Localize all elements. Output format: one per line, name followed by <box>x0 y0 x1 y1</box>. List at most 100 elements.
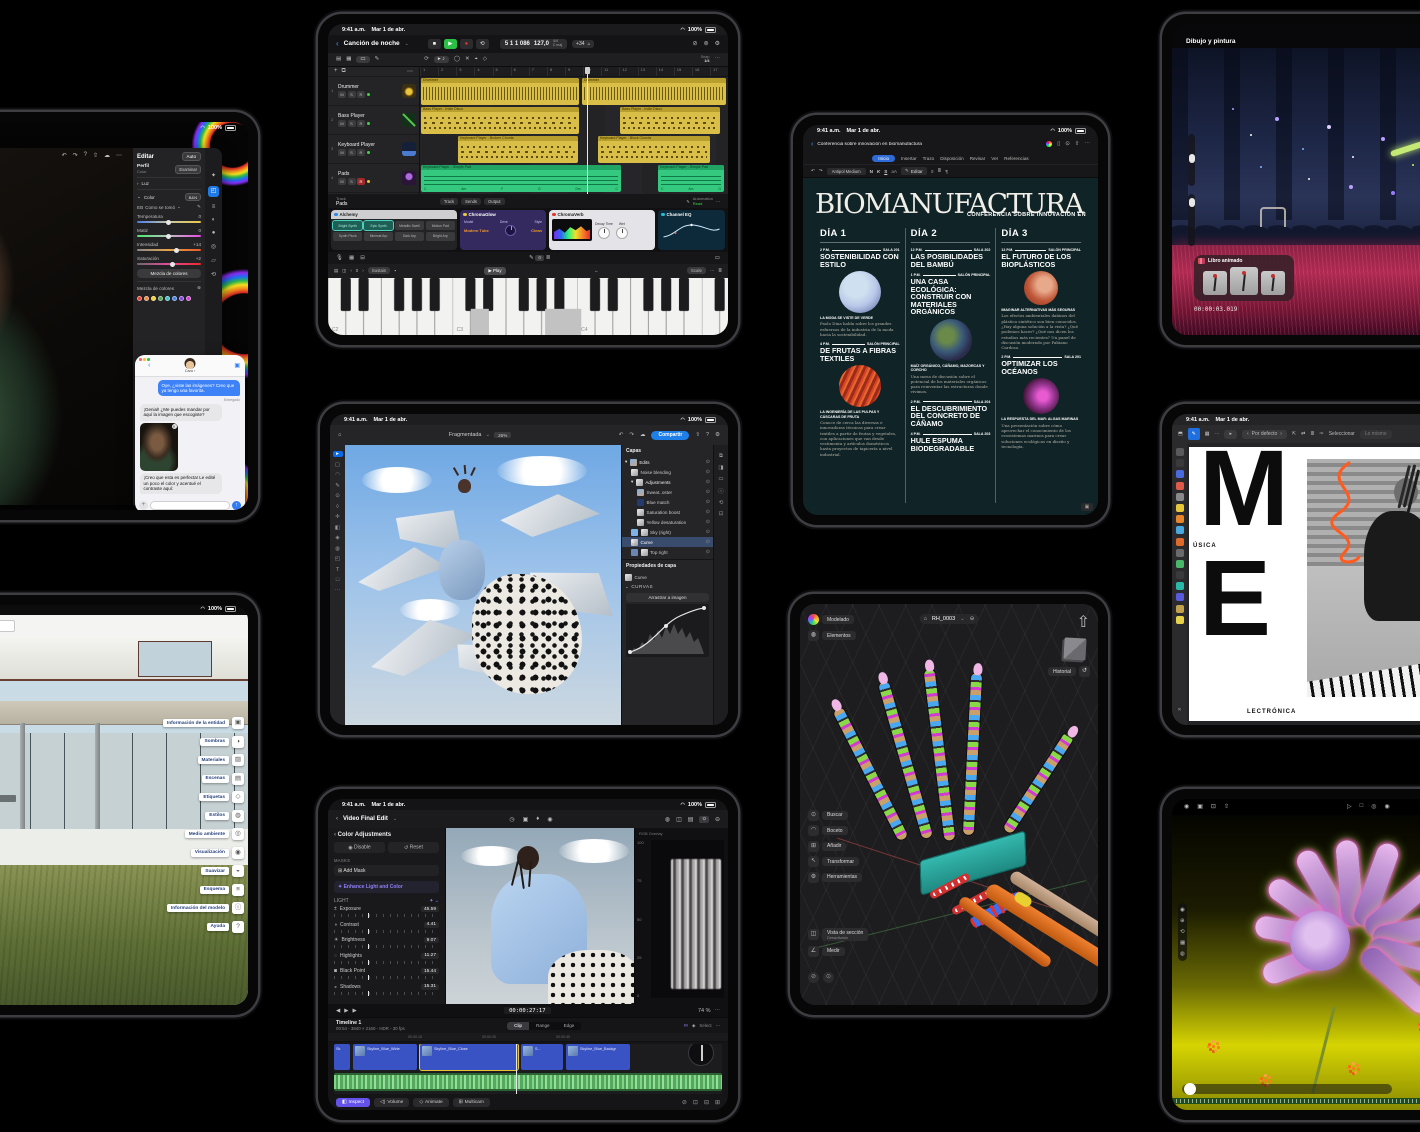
layer-row[interactable]: Noise blending ⊙ <box>622 467 713 477</box>
remove-attachment-icon[interactable]: ✕ <box>171 424 177 429</box>
slider-intensidad[interactable]: Intensidad +14 <box>137 242 201 253</box>
alchemy-preset-button[interactable]: Bright Synth <box>331 220 364 232</box>
track-tab[interactable]: Track <box>439 197 459 205</box>
region-keys-2[interactable]: Keyboard Player - Block Chords <box>598 135 710 163</box>
track-bass[interactable]: 2 Bass Player M S R <box>328 106 419 135</box>
panel-row[interactable]: Escenas ▤ <box>163 772 244 785</box>
clone-tool[interactable]: ⊙ <box>335 493 340 499</box>
lock-icon[interactable]: ▣ <box>1197 803 1203 810</box>
undo-icon[interactable]: ↶ <box>811 168 815 174</box>
panel-icon[interactable]: ◇ <box>232 791 244 803</box>
layer-row[interactable]: Sky (right) ⊙ <box>622 527 713 537</box>
solo-button[interactable]: S <box>347 91 356 99</box>
material-tool[interactable]: ▦ <box>1180 940 1185 946</box>
color-mix-row[interactable]: Mezcla de colores ⊗ <box>137 281 201 291</box>
render-icon[interactable]: ◉ <box>1384 803 1389 810</box>
panel-icon[interactable]: ◎ <box>232 828 244 840</box>
send-button[interactable]: ↑ <box>232 501 241 510</box>
fill-tool[interactable]: ◈ <box>335 535 339 541</box>
cursor-tool-chip[interactable]: ▸ <box>1224 429 1237 439</box>
eraser-tool[interactable] <box>1175 515 1184 524</box>
panel-row[interactable]: Información del modelo ⓘ <box>163 902 244 914</box>
redo-icon[interactable]: ↷ <box>73 152 78 159</box>
curves-graph[interactable] <box>626 604 709 657</box>
automation-icon[interactable]: ✎ <box>375 56 380 62</box>
select-label[interactable]: Select <box>699 1023 711 1028</box>
tab-disposicion[interactable]: Disposición <box>940 156 964 161</box>
light-tool[interactable]: ◍ <box>1180 951 1185 957</box>
sends-tab[interactable]: Sends <box>461 197 482 205</box>
cloud-icon[interactable]: ☁ <box>640 432 646 438</box>
timeline-playhead[interactable] <box>516 1044 518 1094</box>
mobile-view-icon[interactable]: ▯ <box>1057 141 1060 147</box>
minimize-icon[interactable]: ⊖ <box>715 816 720 823</box>
kb-split-icon[interactable]: ◫ <box>342 268 346 274</box>
slider-matiz[interactable]: Matiz 0 <box>137 228 201 239</box>
layer-row[interactable]: ▾ Edits ⊙ <box>622 457 713 467</box>
more-icon[interactable]: ⋯ <box>715 56 721 62</box>
panel-row[interactable]: Estilos ◍ <box>163 809 244 822</box>
panel-label[interactable]: Visualización <box>190 848 229 857</box>
add-mask-button[interactable]: ⊞ Add Mask <box>334 865 439 876</box>
camera-icon[interactable]: ▣ <box>523 816 529 823</box>
tool-row[interactable]: ⊙ Buscar <box>808 809 862 821</box>
tab-clip[interactable]: Clip <box>507 1021 530 1030</box>
layers-icon[interactable]: ⧉ <box>719 453 723 460</box>
track-drummer[interactable]: 1 Drummer M S R <box>328 77 419 106</box>
alchemy-preset-button[interactable]: Minimal Arp <box>363 231 394 241</box>
distance-input[interactable] <box>0 620 16 632</box>
panel-row[interactable]: Esquema ≡ <box>163 883 244 896</box>
move-tool[interactable]: ⊕ <box>1180 918 1185 924</box>
italic-button[interactable]: K <box>877 169 880 174</box>
tab-revisar[interactable]: Revisar <box>970 156 986 161</box>
target-tool[interactable]: ⌖ <box>475 56 478 63</box>
share-icon[interactable]: ⇧ <box>1224 803 1229 810</box>
mute-button[interactable]: M <box>338 91 346 99</box>
layer-row[interactable]: Blue match ⊙ <box>622 497 713 507</box>
region-pads-2[interactable]: Keyboard Player - Simple Pad C Am G <box>658 164 724 192</box>
document-pill[interactable]: ⌂ RH_0003 ⌄ ⊖ <box>919 614 979 624</box>
panel-icon[interactable]: ◍ <box>232 809 244 822</box>
cycle-button[interactable]: ⟲ <box>475 38 489 49</box>
flipbook-panel[interactable]: Libro animado <box>1194 255 1294 301</box>
track-pads[interactable]: 4 Pads M S R <box>328 164 419 193</box>
viewer-more-icon[interactable]: ⋯ <box>715 1008 721 1014</box>
back-icon[interactable]: ‹ <box>336 39 339 48</box>
undo-icon[interactable]: ↶ <box>62 152 67 159</box>
faders-mode-icon[interactable]: ≣ <box>546 255 551 261</box>
track-stack-icon[interactable]: ⧉ <box>342 68 346 75</box>
panel-label[interactable]: Ayuda <box>206 922 229 931</box>
region-pads-1[interactable]: Keyboard Player - Simple Pad C Am F G Dm C <box>421 164 621 192</box>
isolate-icon[interactable]: ⊘ <box>808 972 819 983</box>
share-button[interactable]: Compartir <box>651 430 690 440</box>
color-mix-dots[interactable] <box>137 294 201 303</box>
vector-brush-tool[interactable] <box>1175 481 1184 490</box>
panel-icon[interactable]: ? <box>232 920 244 933</box>
bold-button[interactable]: N <box>870 169 873 174</box>
tab-referencias[interactable]: Referencias <box>1004 156 1029 161</box>
drive-knob[interactable] <box>505 225 517 237</box>
panel-row[interactable]: Etiquetas ◇ <box>163 791 244 803</box>
eraser-tool[interactable]: ◊ <box>336 504 339 510</box>
panel-row[interactable]: Ayuda ? <box>163 920 244 933</box>
share-icon[interactable]: ⇧ <box>93 152 98 159</box>
search-icon[interactable]: ⊙ <box>1065 141 1070 147</box>
region-view-icon[interactable]: ▭ <box>356 55 370 63</box>
region-bass-1[interactable]: Bass Player - Indie Disco <box>421 106 579 134</box>
panel-icon[interactable]: ⓘ <box>232 902 244 914</box>
select-label[interactable]: Seleccionar <box>1329 431 1355 437</box>
track-keyboard[interactable]: 3 Keyboard Player M S R <box>328 135 419 164</box>
flip-icon[interactable]: ⇄ <box>1301 431 1305 437</box>
plugin-channel-eq[interactable]: Channel EQ <box>658 210 725 250</box>
marquee-tool[interactable]: ▢ <box>335 462 340 468</box>
stop-button[interactable]: ■ <box>427 38 441 49</box>
tab-range[interactable]: Range <box>529 1022 557 1030</box>
tracks-view-icon[interactable]: ▤ <box>336 56 341 62</box>
disable-button[interactable]: ◉ Disable <box>334 842 385 853</box>
measure-row[interactable]: ∠ Medir <box>808 945 868 957</box>
zoom-level[interactable]: 26% <box>494 432 512 438</box>
project-title[interactable]: Video Final Edit <box>343 816 388 822</box>
facetime-icon[interactable]: ▣ <box>234 362 240 369</box>
panel-label[interactable]: Medio ambiente <box>184 830 229 838</box>
help-icon[interactable]: ? <box>706 432 709 438</box>
